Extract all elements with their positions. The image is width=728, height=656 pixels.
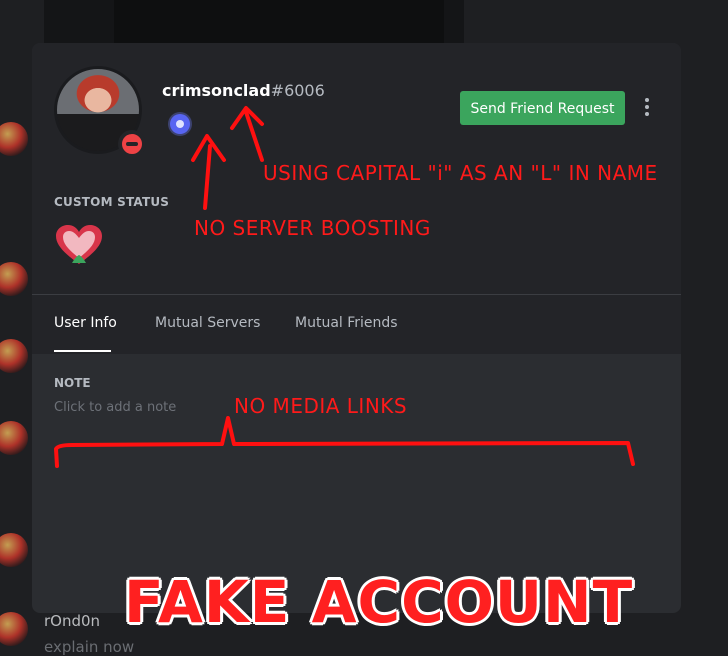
- profile-username: crimsonclad#6006: [162, 81, 325, 100]
- chat-avatar: [0, 122, 28, 156]
- send-friend-request-button[interactable]: Send Friend Request: [460, 91, 625, 125]
- chat-avatar: [0, 612, 28, 646]
- message-author[interactable]: rOnd0n: [44, 612, 100, 630]
- username-text: crimsonclad: [162, 81, 271, 100]
- fake-account-caption: FAKE ACCOUNT: [124, 568, 634, 636]
- annotation-no-boost: NO SERVER BOOSTING: [194, 216, 431, 240]
- heart-emoji-icon[interactable]: [54, 223, 104, 267]
- tab-user-info[interactable]: User Info: [54, 315, 117, 331]
- message-text: explain now: [44, 638, 135, 656]
- nitro-badge-icon[interactable]: [170, 114, 190, 134]
- tab-mutual-servers[interactable]: Mutual Servers: [155, 315, 260, 331]
- note-input[interactable]: Click to add a note: [54, 400, 176, 415]
- annotation-capital-i: USING CAPITAL "i" AS AN "L" IN NAME: [263, 161, 658, 185]
- note-label: NOTE: [54, 376, 91, 390]
- background-channel-header: [44, 0, 464, 44]
- dnd-status-icon: [118, 130, 146, 158]
- active-tab-indicator: [54, 350, 111, 352]
- chat-avatar: [0, 421, 28, 455]
- chat-avatar: [0, 339, 28, 373]
- chat-avatar: [0, 262, 28, 296]
- more-options-icon[interactable]: [642, 95, 652, 119]
- user-profile-modal: crimsonclad#6006 Send Friend Request CUS…: [32, 43, 681, 613]
- discriminator: #6006: [270, 81, 325, 100]
- background-message: rOnd0n explain now: [44, 612, 134, 656]
- annotation-no-media: NO MEDIA LINKS: [234, 394, 408, 418]
- profile-avatar[interactable]: [54, 66, 146, 158]
- tab-mutual-friends[interactable]: Mutual Friends: [295, 315, 398, 331]
- chat-avatar: [0, 533, 28, 567]
- custom-status-label: CUSTOM STATUS: [54, 195, 170, 209]
